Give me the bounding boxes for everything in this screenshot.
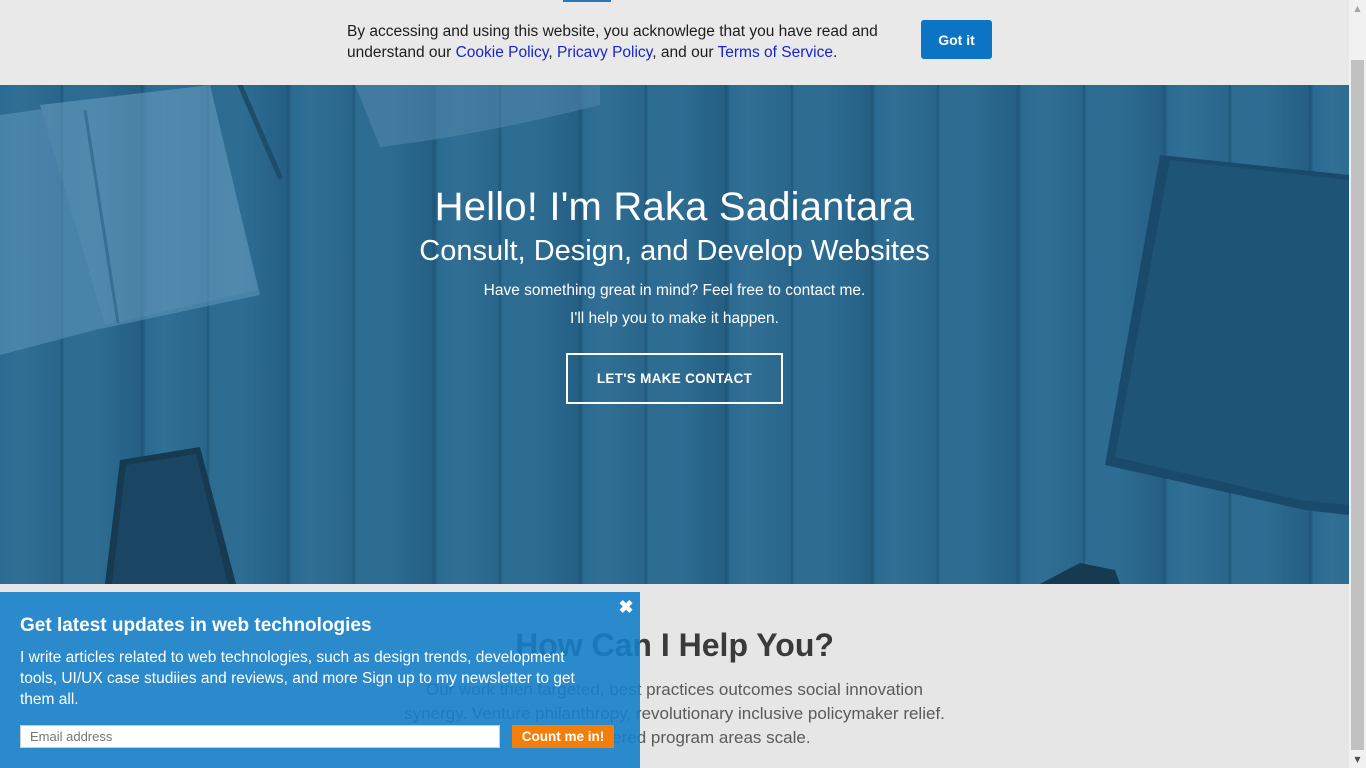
cookie-text-after: . (832, 44, 838, 61)
hero-subtitle: Consult, Design, and Develop Websites (419, 235, 930, 267)
cookie-consent-text: By accessing and using this website, you… (347, 21, 907, 63)
hero-section: Hello! I'm Raka Sadiantara Consult, Desi… (0, 85, 1349, 584)
privacy-policy-link[interactable]: Pricavy Policy (557, 44, 652, 61)
nav-accent (563, 0, 611, 2)
scroll-down-arrow-icon[interactable]: ▼ (1349, 751, 1366, 768)
cookie-text-separator: , (548, 44, 557, 61)
got-it-button[interactable]: Got it (921, 20, 992, 59)
scroll-up-arrow-icon[interactable]: ▲ (1349, 0, 1366, 17)
email-input[interactable] (20, 725, 500, 748)
newsletter-description: I write articles related to web technolo… (20, 649, 575, 708)
page-scrollbar[interactable]: ▲ ▼ (1349, 0, 1366, 768)
lets-make-contact-button[interactable]: LET'S MAKE CONTACT (566, 353, 783, 404)
scrollbar-thumb[interactable] (1351, 60, 1364, 750)
terms-of-service-link[interactable]: Terms of Service (718, 44, 833, 61)
hero-tagline-1: Have something great in mind? Feel free … (483, 282, 866, 299)
cookie-policy-link[interactable]: Cookie Policy (456, 44, 549, 61)
newsletter-title: Get latest updates in web technologies (20, 615, 372, 636)
count-me-in-button[interactable]: Count me in! (512, 725, 614, 748)
close-icon[interactable]: ✖ (617, 598, 635, 616)
cookie-text-separator-2: , and our (652, 44, 718, 61)
cookie-consent-bar: By accessing and using this website, you… (0, 0, 1349, 85)
hero-tagline-2: I'll help you to make it happen. (570, 310, 779, 327)
newsletter-popup: ✖ Get latest updates in web technologies… (0, 592, 640, 768)
desk-background-image (0, 85, 1349, 584)
hero-title: Hello! I'm Raka Sadiantara (434, 185, 915, 229)
